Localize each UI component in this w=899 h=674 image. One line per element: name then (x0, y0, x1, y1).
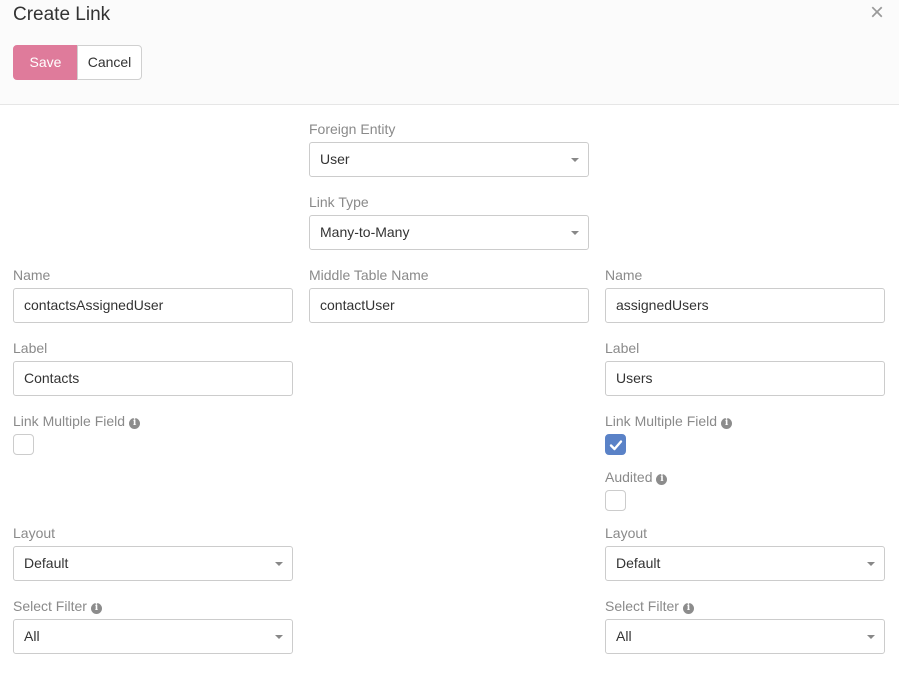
right-link-multiple-text: Link Multiple Field (605, 413, 718, 429)
right-select-filter-label: Select Filter i (605, 598, 694, 614)
middle-table-name-value: contactUser (320, 297, 395, 313)
right-select-filter-text: Select Filter (605, 598, 679, 614)
right-name-value: assignedUsers (616, 297, 709, 313)
middle-table-name-label: Middle Table Name (309, 267, 429, 283)
right-label-input[interactable]: Users (605, 361, 885, 396)
right-layout-select[interactable]: Default (605, 546, 885, 581)
info-icon[interactable]: i (721, 418, 733, 429)
right-label-label: Label (605, 340, 640, 356)
left-link-multiple-text: Link Multiple Field (13, 413, 126, 429)
right-select-filter-select[interactable]: All (605, 619, 885, 654)
info-icon[interactable]: i (682, 603, 694, 614)
left-layout-select[interactable]: Default (13, 546, 293, 581)
link-type-value: Many-to-Many (320, 224, 410, 240)
left-link-multiple-label: Link Multiple Field i (13, 413, 141, 429)
right-audited-text: Audited (605, 469, 653, 485)
link-type-label: Link Type (309, 194, 369, 210)
left-layout-value: Default (24, 555, 69, 571)
left-select-filter-label: Select Filter i (13, 598, 102, 614)
left-link-multiple-checkbox[interactable] (13, 434, 34, 455)
foreign-entity-value: User (320, 151, 350, 167)
modal-title: Create Link (13, 4, 111, 25)
left-label-label: Label (13, 340, 48, 356)
middle-table-name-input[interactable]: contactUser (309, 288, 589, 323)
left-label-value: Contacts (24, 370, 80, 386)
left-select-filter-value: All (24, 628, 40, 644)
foreign-entity-label: Foreign Entity (309, 121, 396, 137)
info-icon[interactable]: i (656, 474, 668, 485)
right-link-multiple-label: Link Multiple Field i (605, 413, 733, 429)
info-icon[interactable]: i (129, 418, 141, 429)
left-name-value: contactsAssignedUser (24, 297, 164, 313)
left-name-input[interactable]: contactsAssignedUser (13, 288, 293, 323)
close-icon[interactable]: × (866, 1, 888, 25)
cancel-button[interactable]: Cancel (77, 45, 142, 80)
right-audited-checkbox[interactable] (605, 490, 626, 511)
right-name-input[interactable]: assignedUsers (605, 288, 885, 323)
save-button[interactable]: Save (13, 45, 78, 80)
right-layout-label: Layout (605, 525, 648, 541)
right-audited-label: Audited i (605, 469, 668, 485)
right-name-label: Name (605, 267, 643, 283)
foreign-entity-select[interactable]: User (309, 142, 589, 177)
modal-header: Create Link × Save Cancel (0, 0, 899, 105)
info-icon[interactable]: i (90, 603, 102, 614)
left-name-label: Name (13, 267, 51, 283)
left-label-input[interactable]: Contacts (13, 361, 293, 396)
left-select-filter-select[interactable]: All (13, 619, 293, 654)
right-select-filter-value: All (616, 628, 632, 644)
right-layout-value: Default (616, 555, 661, 571)
checkmark-icon (609, 440, 623, 451)
right-link-multiple-checkbox[interactable] (605, 434, 626, 455)
left-select-filter-text: Select Filter (13, 598, 87, 614)
right-label-value: Users (616, 370, 653, 386)
link-type-select[interactable]: Many-to-Many (309, 215, 589, 250)
left-layout-label: Layout (13, 525, 56, 541)
